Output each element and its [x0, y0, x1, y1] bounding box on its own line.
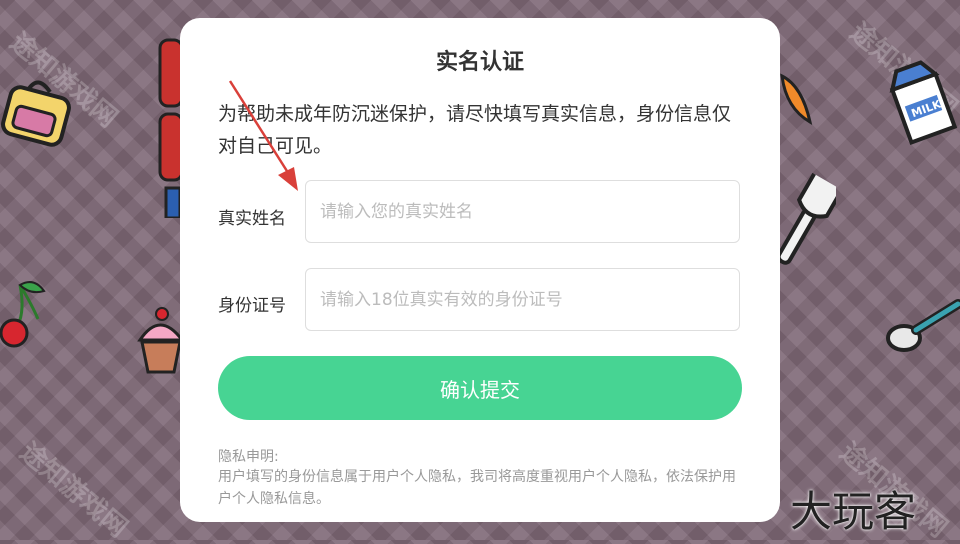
- backpack-icon: [1, 80, 71, 147]
- privacy-text: 用户填写的身份信息属于用户个人隐私，我司将高度重视用户个人隐私，依法保护用户个人…: [218, 469, 736, 507]
- fork-icon: [776, 172, 836, 265]
- privacy-title: 隐私申明:: [218, 449, 279, 465]
- confirm-submit-button[interactable]: 确认提交: [218, 356, 742, 420]
- spoon-icon: [886, 299, 960, 352]
- red-block-icon: [158, 38, 182, 218]
- real-name-input[interactable]: [305, 180, 740, 243]
- dialog-title: 实名认证: [435, 50, 524, 75]
- cherry-icon: [0, 281, 46, 348]
- id-number-input[interactable]: [305, 268, 740, 331]
- brand-logo: 大玩客: [790, 487, 917, 536]
- milk-carton-icon: MILK: [889, 60, 958, 146]
- arrow-annotation-icon: [228, 80, 298, 191]
- watermark-bottom-left: 途知游戏网: [13, 437, 133, 544]
- id-number-label: 身份证号: [218, 296, 286, 316]
- real-name-label: 真实姓名: [218, 209, 286, 229]
- carrot-icon: [780, 73, 813, 126]
